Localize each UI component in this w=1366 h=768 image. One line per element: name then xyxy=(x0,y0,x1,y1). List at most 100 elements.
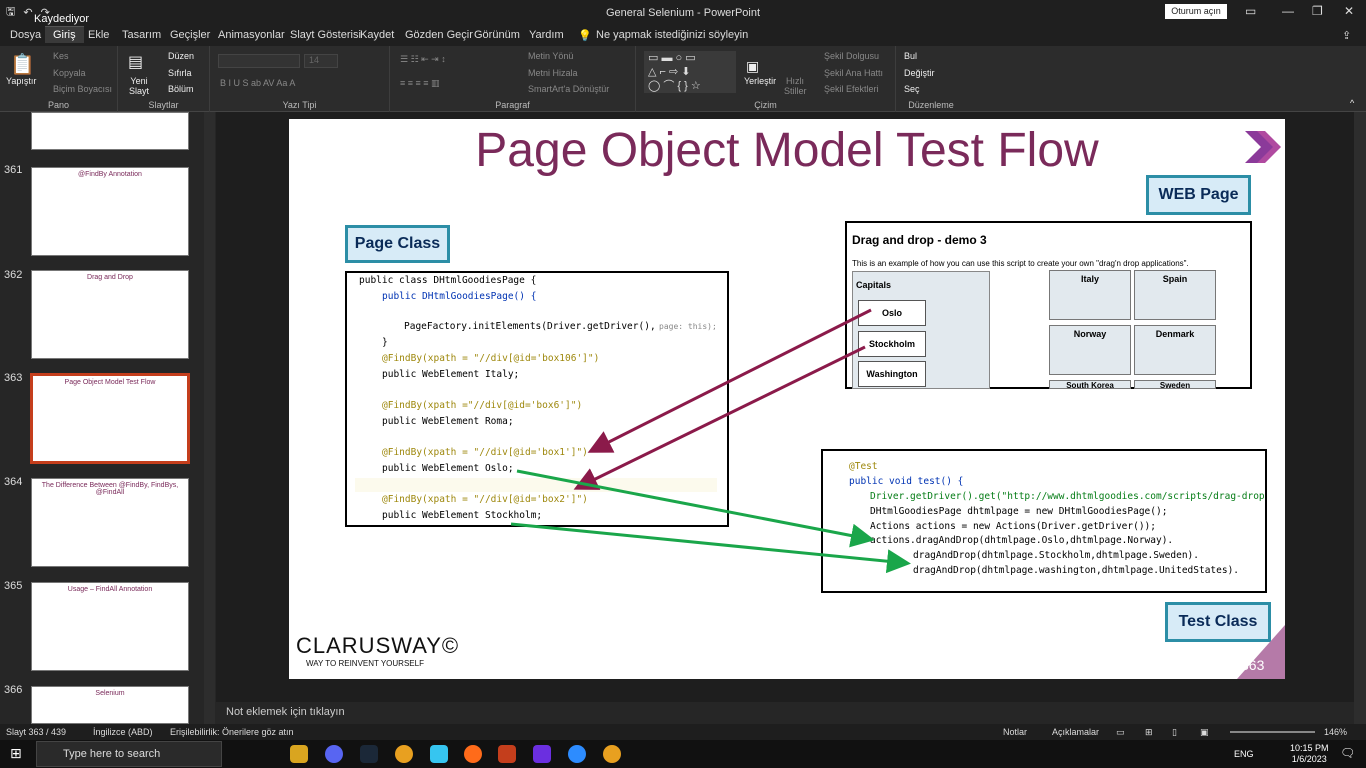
slideshow-icon[interactable]: ▣ xyxy=(1200,727,1209,738)
font-size-input[interactable]: 14 xyxy=(304,54,338,68)
zoom-slider[interactable] xyxy=(1230,731,1315,733)
format-painter-button[interactable]: Biçim Boyacısı xyxy=(53,84,112,94)
flow-arrows xyxy=(510,308,911,574)
taskbar-search[interactable]: Type here to search xyxy=(36,741,222,767)
minimize-icon[interactable]: — xyxy=(1282,4,1294,18)
thumb-title: Selenium xyxy=(95,690,125,697)
comments-toggle[interactable]: Açıklamalar xyxy=(1052,727,1099,737)
slide-counter: Slayt 363 / 439 xyxy=(6,727,67,737)
slide-number: 364 xyxy=(4,476,23,488)
shape-outline-button[interactable]: Şekil Ana Hattı xyxy=(824,68,883,78)
slide-thumbnail[interactable]: Usage – FindAll Annotation xyxy=(31,582,189,671)
slide-thumbnail-pane: 361 @FindBy Annotation 362 Drag and Drop… xyxy=(0,112,216,724)
slide-number: 362 xyxy=(4,269,23,281)
slide-number: 361 xyxy=(4,164,23,176)
zoom-level[interactable]: 146% xyxy=(1324,727,1347,737)
tab-gorunum[interactable]: Görünüm xyxy=(474,29,520,41)
align-text-button[interactable]: Metni Hizala xyxy=(528,68,578,78)
normal-view-icon[interactable]: ▭ xyxy=(1116,727,1125,738)
cut-button[interactable]: Kes xyxy=(53,51,69,61)
windows-taskbar: ⊞ Type here to search ENG 10:15 PM 1/6/2… xyxy=(0,740,1366,768)
list-icons: ☰ ☷ ⇤ ⇥ ↕ xyxy=(400,54,446,64)
firefox-icon[interactable] xyxy=(464,745,482,763)
tab-giris[interactable]: Giriş xyxy=(45,26,84,43)
slide-scrollbar[interactable] xyxy=(1354,112,1366,724)
arrow-stockholm xyxy=(573,345,866,490)
quick-styles-button[interactable]: Hızlı Stiller xyxy=(784,76,807,96)
ribbon: 📋 Yapıştır Kes Kopyala Biçim Boyacısı Pa… xyxy=(0,46,1366,112)
close-icon[interactable]: ✕ xyxy=(1344,4,1354,18)
chrome-icon[interactable] xyxy=(395,745,413,763)
tab-gecisler[interactable]: Geçişler xyxy=(170,29,210,41)
tab-animasyonlar[interactable]: Animasyonlar xyxy=(218,29,285,41)
paste-icon[interactable]: 📋 xyxy=(10,52,35,77)
slide-number: 363 xyxy=(4,372,23,384)
slide-canvas[interactable]: Page Object Model Test Flow Page Class W… xyxy=(289,119,1285,679)
ribbon-display-icon[interactable]: ▭ xyxy=(1245,4,1256,18)
reading-view-icon[interactable]: ▯ xyxy=(1172,727,1177,738)
collapse-ribbon-icon[interactable]: ^ xyxy=(1350,98,1354,108)
tell-me-input[interactable]: Ne yapmak istediğinizi söyleyin xyxy=(596,29,748,41)
arrow-stockholm-test xyxy=(510,522,911,574)
slide-sorter-icon[interactable]: ⊞ xyxy=(1145,727,1153,738)
logo-text: CLARUSWAY© xyxy=(296,633,460,658)
text-direction-button[interactable]: Metin Yönü xyxy=(528,51,573,61)
zoom-icon[interactable] xyxy=(568,745,586,763)
steam-icon[interactable] xyxy=(360,745,378,763)
chrome-canary-icon[interactable] xyxy=(603,745,621,763)
notes-toggle[interactable]: Notlar xyxy=(1003,727,1027,737)
slide-number: 366 xyxy=(4,684,23,696)
taskbar-clock[interactable]: 10:15 PM 1/6/2023 xyxy=(1290,743,1329,765)
shape-effects-button[interactable]: Şekil Efektleri xyxy=(824,84,879,94)
thumb-title: @FindBy Annotation xyxy=(78,171,142,178)
powerpoint-icon[interactable] xyxy=(498,745,516,763)
slide-thumbnail[interactable] xyxy=(31,112,189,150)
notification-icon[interactable]: 🗨 xyxy=(1340,746,1355,760)
font-name-input[interactable] xyxy=(218,54,300,68)
arrange-button[interactable]: Yerleştir xyxy=(744,76,776,86)
reset-button[interactable]: Sıfırla xyxy=(168,68,192,78)
language-status[interactable]: İngilizce (ABD) xyxy=(93,727,153,737)
find-button[interactable]: Bul xyxy=(904,51,917,61)
new-slide-icon: ▤ xyxy=(128,54,144,71)
maximize-icon[interactable]: ❐ xyxy=(1312,4,1323,18)
slide-thumbnail[interactable]: Drag and Drop xyxy=(31,270,189,359)
tab-tasarim[interactable]: Tasarım xyxy=(122,29,161,41)
slide-thumbnail[interactable]: @FindBy Annotation xyxy=(31,167,189,256)
input-language[interactable]: ENG xyxy=(1234,749,1254,759)
font-format-icons: B I U S ab AV Aa A xyxy=(220,78,296,88)
smartart-button[interactable]: SmartArt'a Dönüştür xyxy=(528,84,609,94)
select-button[interactable]: Seç xyxy=(904,84,920,94)
clock-date: 1/6/2023 xyxy=(1291,754,1327,764)
group-slaytlar: ▤ Yeni Slayt Düzen Sıfırla Bölüm Slaytla… xyxy=(118,46,210,112)
tab-kaydet[interactable]: Kaydet xyxy=(360,29,394,41)
shape-fill-button[interactable]: Şekil Dolgusu xyxy=(824,51,879,61)
tab-slayt-gosterisi[interactable]: Slayt Gösterisi xyxy=(290,29,361,41)
file-explorer-icon[interactable] xyxy=(290,745,308,763)
share-icon[interactable]: ⇪ xyxy=(1342,29,1351,42)
windows-start-icon[interactable]: ⊞ xyxy=(10,745,22,762)
slack-icon[interactable] xyxy=(430,745,448,763)
shapes-gallery[interactable]: ▭ ▬ ○ ▭ △ ⌐ ⇨ ⬇ ◯ ⌒ { } ☆ xyxy=(644,51,736,93)
clock-time: 10:15 PM xyxy=(1290,743,1329,753)
accessibility-status[interactable]: Erişilebilirlik: Önerilere göz atın xyxy=(170,727,294,737)
tab-dosya[interactable]: Dosya xyxy=(10,29,41,41)
intellij-icon[interactable] xyxy=(533,745,551,763)
copy-button[interactable]: Kopyala xyxy=(53,68,86,78)
thumbnail-scrollbar[interactable] xyxy=(204,112,215,724)
tab-yardim[interactable]: Yardım xyxy=(529,29,564,41)
section-button[interactable]: Bölüm xyxy=(168,84,194,94)
discord-icon[interactable] xyxy=(325,745,343,763)
layout-button[interactable]: Düzen xyxy=(168,51,194,61)
group-label-cizim: Çizim xyxy=(754,100,777,110)
signin-button[interactable]: Oturum açın xyxy=(1165,4,1227,19)
tab-gozden-gecir[interactable]: Gözden Geçir xyxy=(405,29,473,41)
slide-thumbnail-selected[interactable]: Page Object Model Test Flow xyxy=(30,373,190,464)
notes-pane[interactable]: Not eklemek için tıklayın xyxy=(216,702,1354,724)
new-slide-button[interactable]: Yeni Slayt xyxy=(124,76,154,96)
slide-thumbnail[interactable]: The Difference Between @FindBy, FindBys,… xyxy=(31,478,189,567)
replace-button[interactable]: Değiştir xyxy=(904,68,935,78)
slide-thumbnail[interactable]: Selenium xyxy=(31,686,189,724)
paste-button[interactable]: Yapıştır xyxy=(6,76,36,86)
tab-ekle[interactable]: Ekle xyxy=(88,29,109,41)
